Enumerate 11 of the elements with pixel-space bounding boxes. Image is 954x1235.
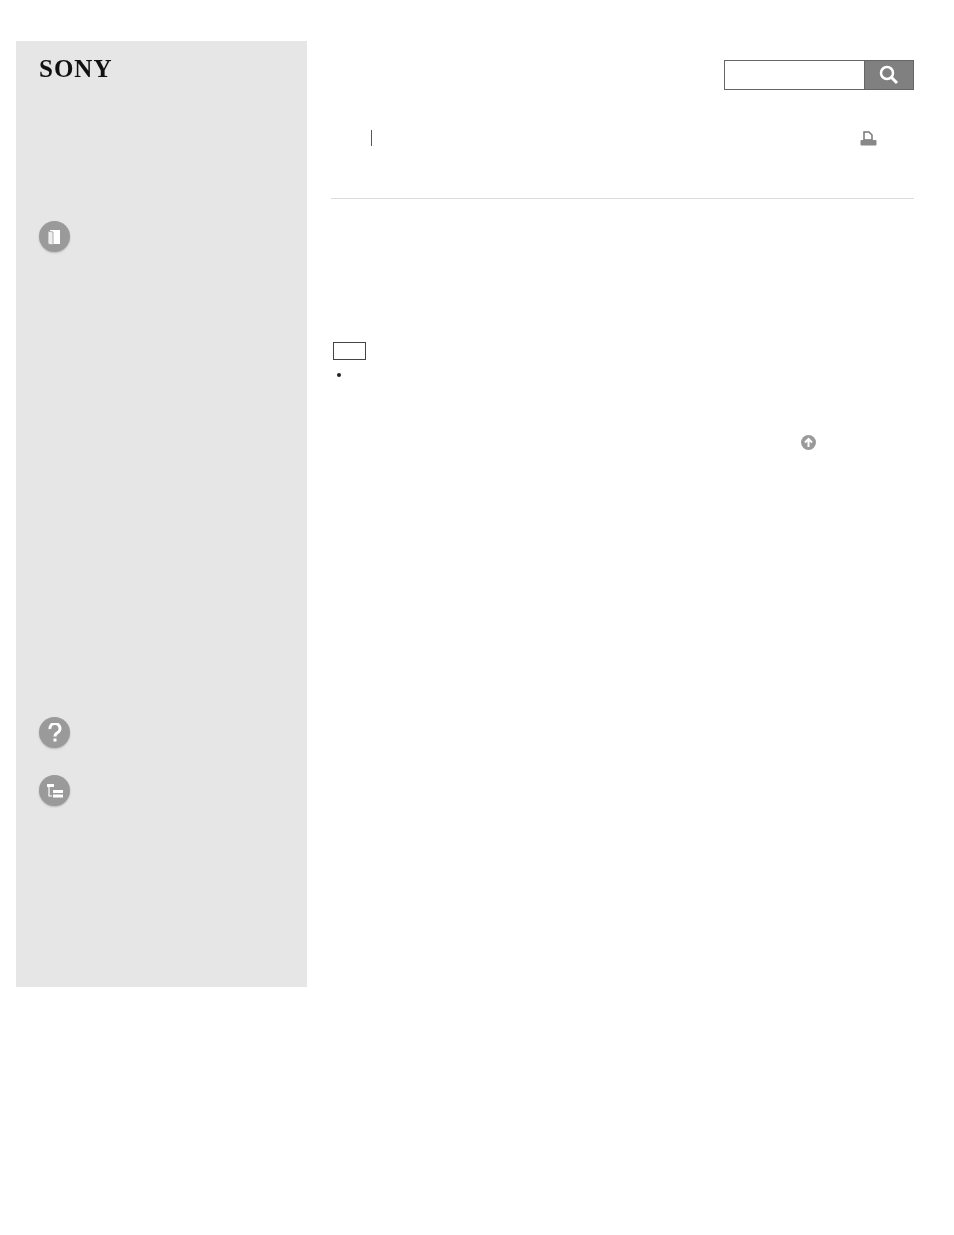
search-button[interactable] — [864, 60, 914, 90]
bullet-icon — [337, 373, 341, 377]
contents-list-icon[interactable] — [39, 775, 70, 806]
note-label — [333, 342, 366, 360]
search-field[interactable] — [724, 60, 864, 90]
print-icon[interactable] — [860, 130, 877, 146]
help-icon[interactable] — [39, 717, 70, 748]
brand-logo: SONY — [39, 57, 114, 81]
manual-icon[interactable] — [39, 221, 70, 252]
search-icon — [879, 65, 899, 85]
back-to-top-icon[interactable] — [801, 435, 816, 450]
